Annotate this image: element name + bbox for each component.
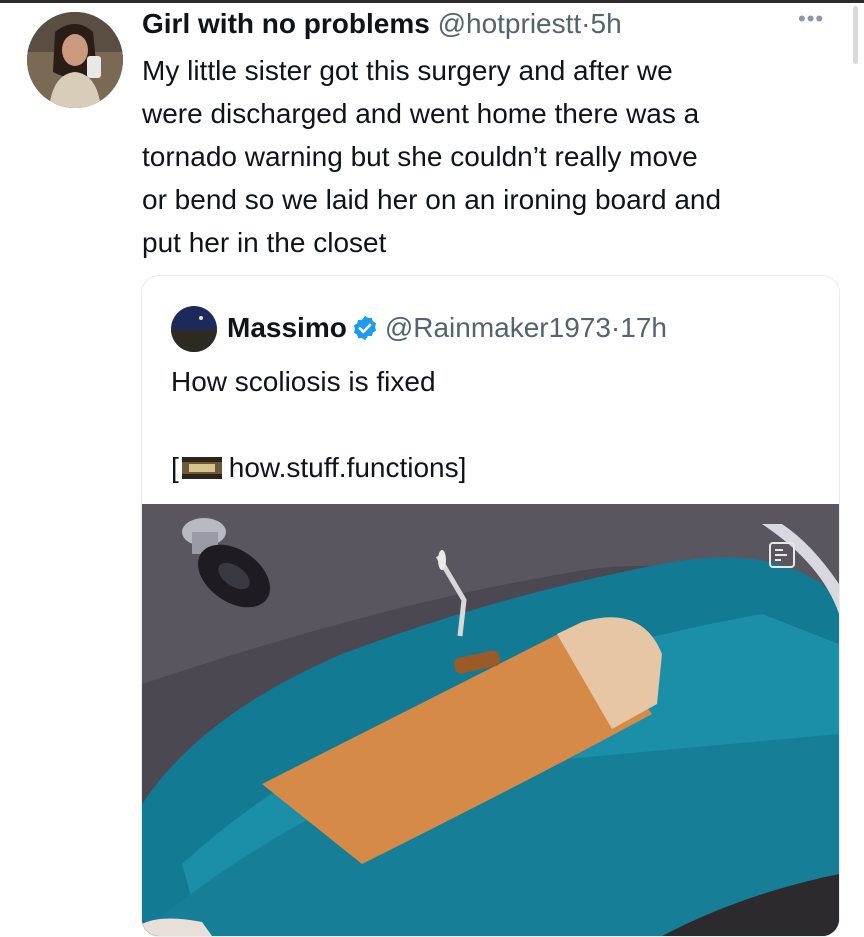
quoted-tweet-card[interactable]: Massimo @Rainmaker1973·17h How scoliosis … (141, 275, 840, 937)
film-icon (181, 452, 223, 482)
quote-text: How scoliosis is fixed (171, 366, 436, 397)
author-handle-time[interactable]: @hotpriestt·5h (438, 8, 622, 39)
watermark-icon (767, 540, 797, 570)
author-name[interactable]: Girl with no problems (142, 8, 430, 39)
tweet-text: My little sister got this surgery and af… (142, 55, 722, 258)
quote-header: Massimo @Rainmaker1973·17h (227, 308, 667, 348)
quote-link-line: [ how.stuff.functions] (171, 446, 466, 489)
link-bracket: [ (171, 452, 179, 483)
ellipsis-icon[interactable]: ••• (798, 8, 828, 30)
quote-author-avatar[interactable] (171, 306, 217, 352)
quote-handle-time[interactable]: @Rainmaker1973·17h (385, 312, 667, 343)
author-avatar[interactable] (27, 12, 123, 108)
verified-badge-icon (351, 313, 379, 341)
quote-link-text[interactable]: how.stuff.functions] (229, 452, 467, 483)
surgery-animation-video[interactable] (142, 504, 839, 936)
quote-author-name[interactable]: Massimo (227, 312, 347, 343)
tweet-header: Girl with no problems @hotpriestt·5h (142, 4, 622, 44)
scrollbar[interactable] (853, 6, 858, 64)
top-border (0, 0, 864, 3)
